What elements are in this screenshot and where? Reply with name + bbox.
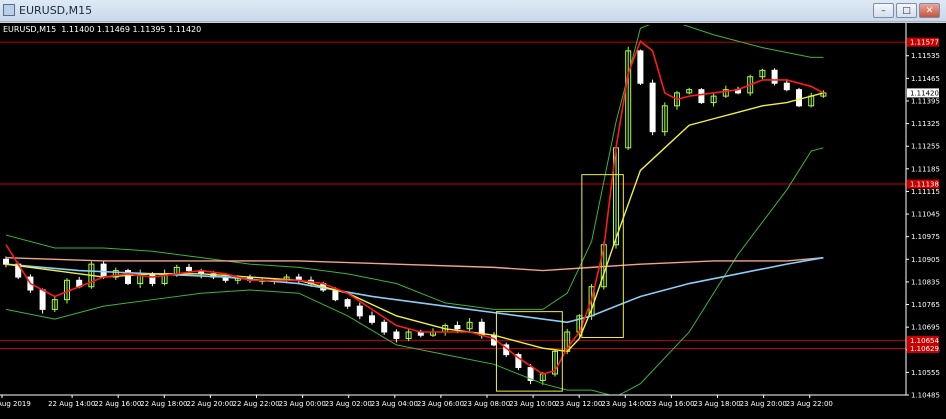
- candle-body: [3, 258, 9, 265]
- bollinger-upper-band: [5, 25, 824, 310]
- candle-body: [637, 50, 644, 84]
- price-tick-label: 1.10975: [911, 233, 940, 241]
- time-tick-label: 22 Aug 18:00: [140, 400, 187, 408]
- candle-body: [186, 266, 192, 272]
- price-tick-label: 1.10695: [911, 324, 940, 332]
- price-tick-label: 1.11185: [911, 165, 940, 173]
- price-tick-label: 1.10555: [911, 369, 940, 377]
- time-tick-label: 23 Aug 12:00: [555, 400, 602, 408]
- time-tick-label: 22 Aug 16:00: [94, 400, 141, 408]
- time-tick-label: 23 Aug 16:00: [647, 400, 694, 408]
- price-tick-label: 1.11535: [911, 52, 940, 60]
- candle-body: [771, 69, 778, 84]
- candle-body: [783, 82, 790, 91]
- time-tick-label: 22 Aug 2019: [0, 400, 31, 408]
- time-tick-label: 22 Aug 22:00: [233, 400, 280, 408]
- plot-layer: [0, 25, 906, 395]
- level-price-tag-label: 1.10654: [910, 337, 939, 345]
- time-tick-label: 23 Aug 22:00: [786, 400, 833, 408]
- time-tick-label: 23 Aug 20:00: [740, 400, 787, 408]
- time-tick-label: 23 Aug 08:00: [463, 400, 510, 408]
- time-tick-label: 23 Aug 00:00: [279, 400, 326, 408]
- price-tick-label: 1.11045: [911, 211, 940, 219]
- candle-body: [796, 89, 802, 107]
- price-chart[interactable]: 1.11535 1.11465 1.11395 1.11325 1.11255 1.111…: [0, 23, 946, 419]
- price-tick-label: 1.10835: [911, 278, 940, 286]
- close-button[interactable]: ✕: [919, 3, 940, 18]
- candle-body: [381, 321, 388, 333]
- minimize-button[interactable]: –: [873, 3, 894, 18]
- time-tick-label: 23 Aug 06:00: [417, 400, 464, 408]
- candle-body: [649, 82, 656, 133]
- time-tick-label: 23 Aug 04:00: [371, 400, 418, 408]
- level-price-tag-label: 1.10629: [910, 345, 939, 353]
- price-tick-label: 1.11255: [911, 143, 940, 151]
- symbol-header: EURUSD,M15 1.11400 1.11469 1.11395 1.114…: [3, 25, 201, 34]
- candle-body: [698, 89, 705, 104]
- moving-average-long: [5, 256, 824, 272]
- candle-body: [344, 299, 351, 307]
- price-tick-label: 1.11395: [911, 97, 940, 105]
- time-tick-label: 22 Aug 20:00: [186, 400, 233, 408]
- level-price-tag-label: 1.11138: [910, 181, 939, 189]
- time-tick-label: 23 Aug 14:00: [601, 400, 648, 408]
- moving-average-slow: [5, 256, 824, 324]
- price-tick-label: 1.10485: [911, 392, 940, 400]
- candle-body: [39, 289, 46, 310]
- candle-body: [149, 273, 156, 285]
- current-price-tag-label: 1.11420: [910, 89, 939, 97]
- price-tick-label: 1.10765: [911, 301, 940, 309]
- chart-area[interactable]: 1.11535 1.11465 1.11395 1.11325 1.11255 1.111…: [0, 23, 946, 419]
- price-tick-label: 1.11325: [911, 120, 940, 128]
- window-titlebar[interactable]: EURUSD,M15 – □ ✕: [0, 0, 946, 22]
- symbol-label: EURUSD,M15: [3, 25, 57, 34]
- price-tick-label: 1.11115: [911, 188, 940, 196]
- maximize-icon: □: [902, 6, 911, 16]
- price-tick-label: 1.11465: [911, 75, 940, 83]
- moving-average-mid: [5, 92, 824, 353]
- window-title: EURUSD,M15: [19, 4, 93, 17]
- time-tick-label: 23 Aug 10:00: [509, 400, 556, 408]
- candle-body: [100, 263, 107, 278]
- maximize-button[interactable]: □: [896, 3, 917, 18]
- close-icon: ✕: [925, 6, 934, 16]
- candle-body: [356, 305, 363, 317]
- candle-body: [332, 289, 339, 301]
- chart-window-icon: [3, 4, 15, 16]
- time-tick-label: 22 Aug 14:00: [48, 400, 95, 408]
- price-tick-label: 1.10905: [911, 256, 940, 264]
- candle-body: [454, 325, 461, 330]
- candle-body: [369, 315, 375, 323]
- candle-body: [393, 331, 400, 339]
- time-tick-label: 23 Aug 02:00: [325, 400, 372, 408]
- level-price-tag-label: 1.11577: [910, 39, 939, 47]
- ohlc-values: 1.11400 1.11469 1.11395 1.11420: [61, 25, 202, 34]
- time-tick-label: 23 Aug 18:00: [694, 400, 741, 408]
- minimize-icon: –: [881, 6, 886, 16]
